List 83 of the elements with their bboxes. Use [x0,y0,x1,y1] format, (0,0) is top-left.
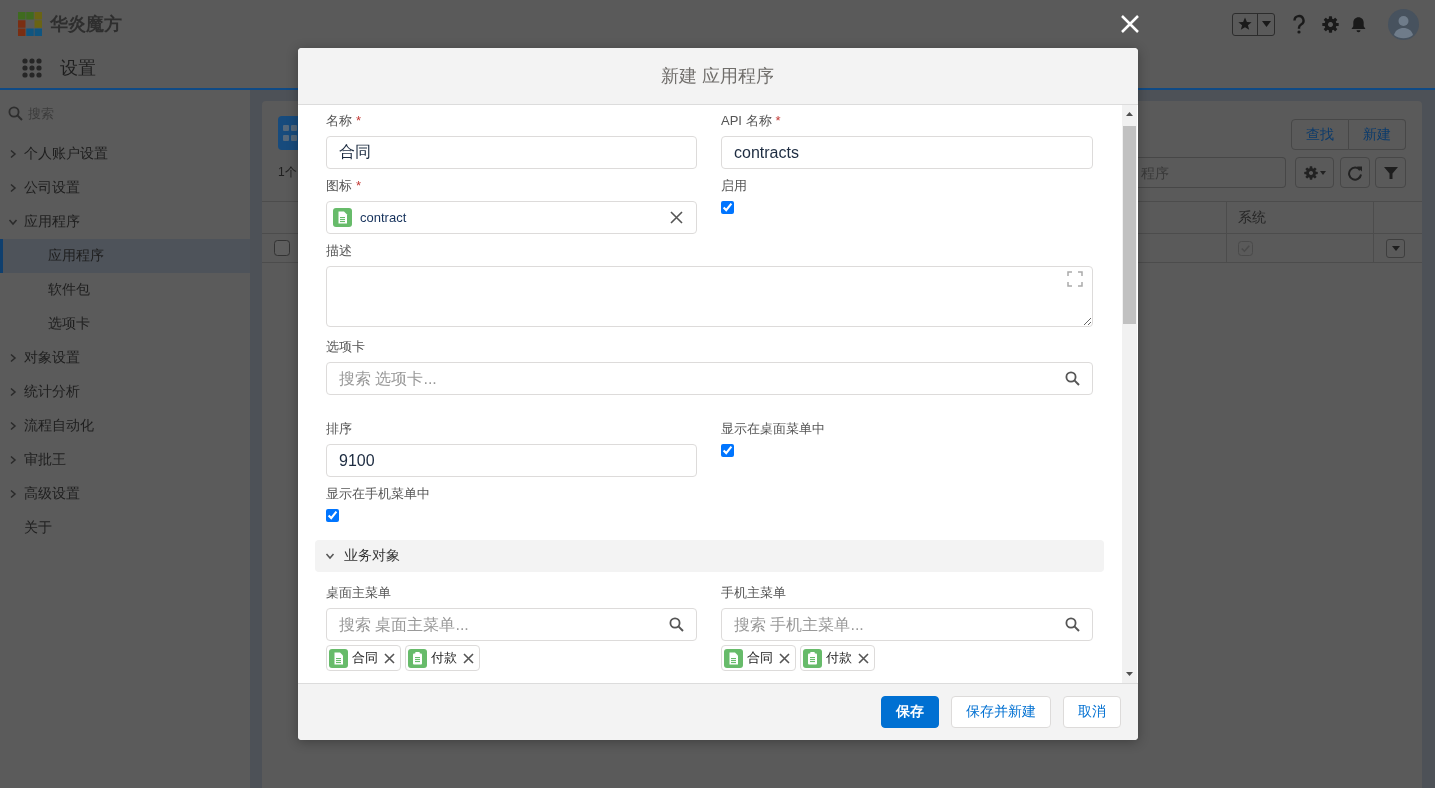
close-icon[interactable] [1121,15,1139,33]
document-icon [333,208,352,227]
clear-icon[interactable] [670,211,683,224]
text-field[interactable]: 9100 [326,444,697,477]
nav-item[interactable]: 应用程序 [0,205,250,239]
secondary-button[interactable]: 保存并新建 [951,696,1051,728]
selected-item-chip[interactable]: 付款 [800,645,875,671]
scroll-down-icon[interactable] [1126,672,1133,676]
nav-item[interactable]: 高级设置 [0,477,250,511]
scroll-up-icon[interactable] [1126,112,1133,116]
required-marker: * [775,113,781,129]
field-label: 图标 [326,178,352,194]
section-header[interactable]: 业务对象 [315,540,1104,572]
page-title: 设置 [60,57,96,80]
clipboard-icon [803,648,822,668]
toolbar-button[interactable]: 新建 [1349,119,1406,150]
nav-item[interactable]: 软件包 [0,273,250,307]
field-label: 描述 [326,243,352,259]
field-label: 名称 [326,113,352,129]
search-icon[interactable] [1065,617,1080,632]
filter-button[interactable] [1375,157,1406,188]
field-label: 排序 [326,421,352,437]
clipboard-icon [408,648,427,668]
checkbox[interactable] [274,240,290,256]
secondary-button[interactable]: 取消 [1063,696,1121,728]
remove-icon[interactable] [463,652,474,664]
icon-picker-field[interactable]: contract [326,201,697,234]
required-marker: * [356,178,362,194]
row-menu-button[interactable] [1386,238,1405,258]
star-icon [1238,17,1252,31]
nav-item[interactable]: 应用程序 [0,239,250,273]
required-marker: * [356,113,362,129]
remove-icon[interactable] [858,652,869,664]
app-launcher-icon[interactable] [22,58,42,78]
logo-icon [18,12,42,36]
scrollbar-thumb[interactable] [1123,126,1136,324]
checkbox[interactable] [326,509,339,522]
checkbox[interactable] [721,444,734,457]
favorites-button[interactable] [1232,12,1275,36]
scrollbar[interactable] [1122,105,1137,683]
field-label: 显示在桌面菜单中 [721,421,825,437]
notification-bell-icon[interactable] [1350,15,1367,33]
help-icon[interactable] [1292,14,1306,34]
field-label: API 名称 [721,113,772,129]
nav-item[interactable]: 对象设置 [0,341,250,375]
field-label: 启用 [721,178,747,194]
selected-item-chip[interactable]: 合同 [326,645,401,671]
field-label: 显示在手机菜单中 [326,486,430,502]
dialog-title: 新建 应用程序 [661,65,775,88]
record-count: 1个 [278,164,297,180]
field-label: 桌面主菜单 [326,585,391,601]
remove-icon[interactable] [384,652,395,664]
search-icon[interactable] [669,617,684,632]
toolbar-button[interactable]: 查找 [1291,119,1349,150]
nav-item[interactable]: 统计分析 [0,375,250,409]
selected-item-chip[interactable]: 付款 [405,645,480,671]
nav-item[interactable]: 流程自动化 [0,409,250,443]
field-label: 手机主菜单 [721,585,786,601]
text-field[interactable]: contracts [721,136,1093,169]
settings-menu-button[interactable] [1295,157,1334,188]
caret-icon [1261,21,1271,27]
caret-icon [1391,245,1400,251]
filter-icon [1382,164,1399,181]
field-label: 选项卡 [326,339,365,355]
remove-icon[interactable] [779,652,790,664]
expand-icon[interactable] [1067,271,1083,287]
selected-item-chip[interactable]: 合同 [721,645,796,671]
document-icon [329,648,348,668]
primary-button[interactable]: 保存 [881,696,939,728]
document-icon [724,648,743,668]
refresh-button[interactable] [1340,157,1370,188]
textarea-field[interactable] [326,266,1093,327]
chevron-icon[interactable] [325,551,335,561]
settings-icon [1303,165,1318,180]
settings-icon[interactable] [1322,15,1339,33]
refresh-icon [1347,164,1363,181]
text-field[interactable]: 合同 [326,136,697,169]
user-avatar-icon[interactable] [1388,8,1419,40]
checkbox[interactable] [721,201,734,214]
nav-item[interactable]: 个人账户设置 [0,137,250,171]
app-grid-icon [278,116,298,150]
nav-item[interactable]: 公司设置 [0,171,250,205]
search-icon[interactable] [1065,371,1080,386]
